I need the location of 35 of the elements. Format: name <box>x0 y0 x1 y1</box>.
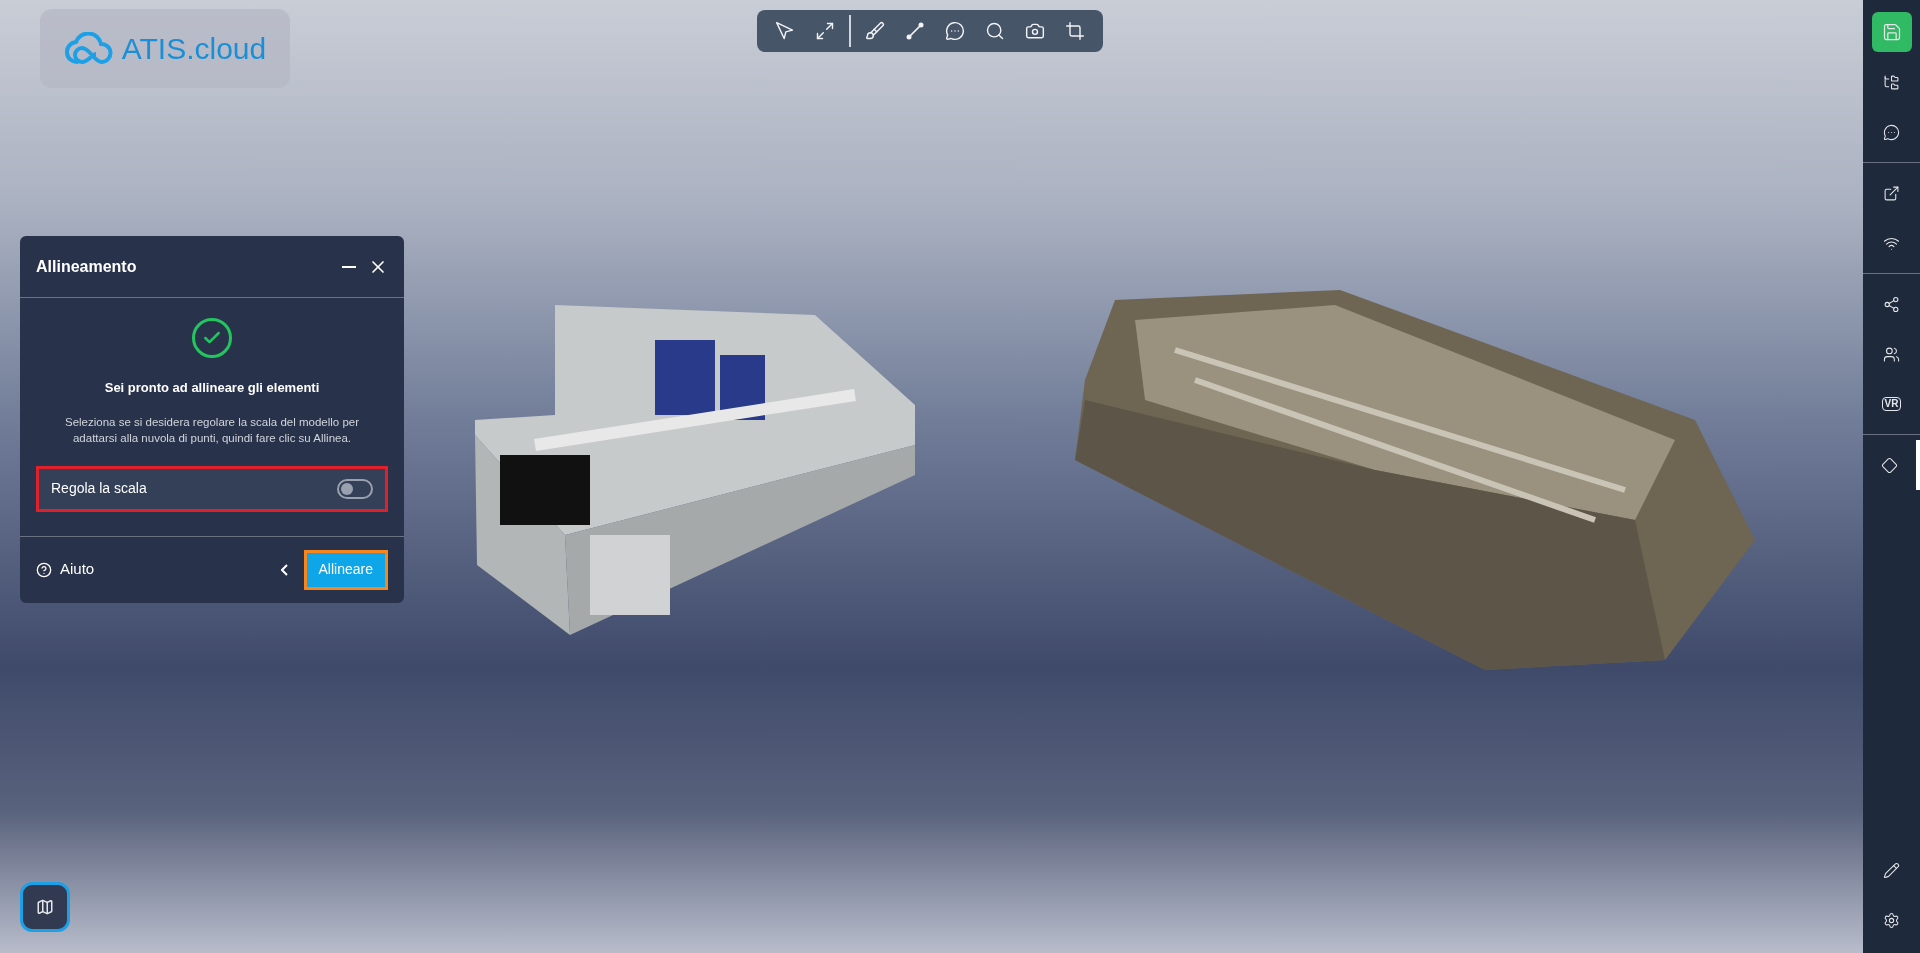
chat-icon <box>1883 123 1900 141</box>
vr-button[interactable]: VR <box>1863 379 1920 429</box>
instructions-text: Seleziona se si desidera regolare la scala del modello per adattarsi alla nuvola di punti, quindi fare clic su Allinea. <box>63 414 361 446</box>
logo-text: ATIS.cloud <box>121 31 267 67</box>
help-link[interactable]: Aiuto <box>36 558 95 581</box>
cloud-logo-icon <box>63 31 114 66</box>
back-button[interactable] <box>280 563 288 576</box>
folder-tree-icon <box>1883 73 1900 91</box>
navigation-arrow-icon <box>775 21 795 41</box>
chat-icon <box>945 21 965 41</box>
settings-icon <box>1883 911 1900 929</box>
minimize-icon <box>342 265 356 268</box>
brush-icon <box>865 21 885 41</box>
save-icon <box>1881 22 1902 42</box>
3d-viewport[interactable] <box>0 0 1863 953</box>
panel-title: Allineamento <box>36 256 137 277</box>
crop-icon <box>1065 21 1085 41</box>
toggle-label: Regola la scala <box>51 479 147 498</box>
chevron-left-icon <box>280 563 288 576</box>
search-icon <box>985 21 1005 41</box>
camera-icon <box>1025 21 1045 41</box>
expand-icon <box>815 21 835 41</box>
map-button[interactable] <box>20 882 70 932</box>
success-check-icon <box>192 318 232 358</box>
users-icon <box>1883 345 1900 363</box>
help-icon <box>36 561 52 578</box>
pencil-icon <box>1883 861 1900 879</box>
external-link-icon <box>1883 184 1900 202</box>
ready-heading: Sei pronto ad allineare gli elementi <box>104 379 320 397</box>
line-segment-icon <box>905 21 925 41</box>
scale-toggle[interactable] <box>337 478 373 499</box>
diamond-icon <box>1881 456 1898 474</box>
minimize-button[interactable] <box>342 265 356 268</box>
share-icon <box>1883 295 1900 313</box>
map-icon <box>36 898 54 916</box>
